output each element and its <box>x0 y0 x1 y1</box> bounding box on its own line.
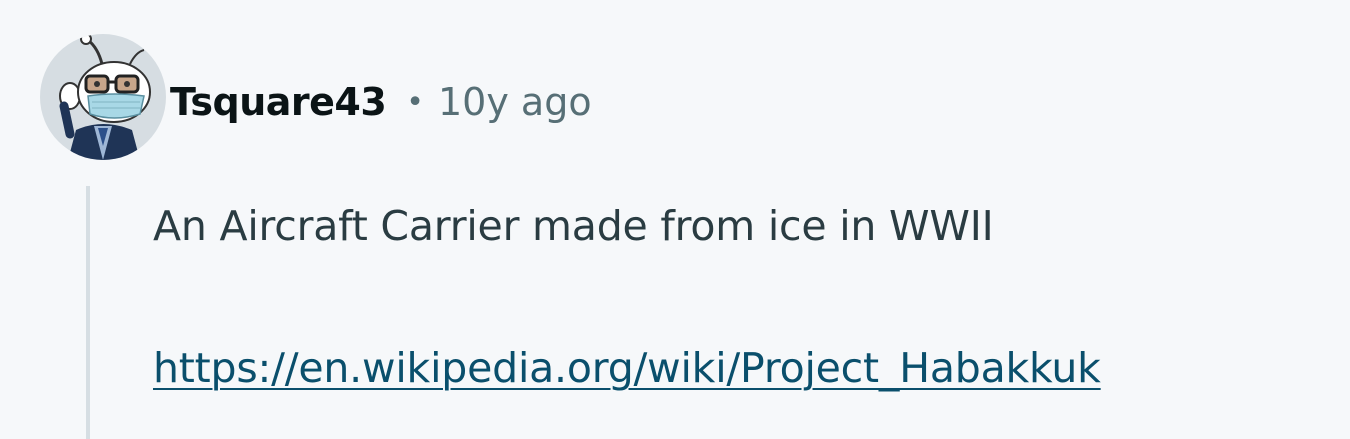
comment-timestamp[interactable]: 10y ago <box>438 80 592 124</box>
comment-body: An Aircraft Carrier made from ice in WWI… <box>153 202 994 250</box>
user-avatar[interactable] <box>40 34 166 160</box>
comment-header: Tsquare43 • 10y ago <box>170 74 592 130</box>
meta-separator: • <box>406 84 424 120</box>
snoo-avatar-icon <box>40 34 166 160</box>
thread-line[interactable] <box>86 186 90 439</box>
comment-link[interactable]: https://en.wikipedia.org/wiki/Project_Ha… <box>153 344 1101 392</box>
author-username[interactable]: Tsquare43 <box>170 80 387 124</box>
comment: Tsquare43 • 10y ago An Aircraft Carrier … <box>0 0 1350 439</box>
